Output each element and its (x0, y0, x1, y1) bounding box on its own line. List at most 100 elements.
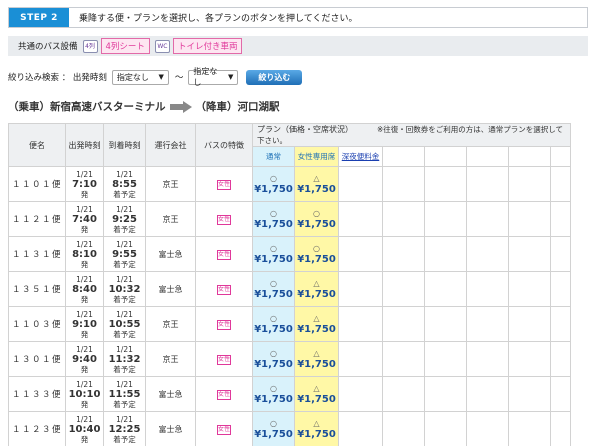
bus-number: １１２１便 (8, 201, 66, 237)
availability-mark: △ (313, 279, 320, 288)
bus-number: １１３３便 (8, 376, 66, 412)
departure-time: 1/21 7:40 発 (65, 201, 104, 237)
chevron-down-icon: ▼ (228, 73, 234, 81)
women-friendly-icon: 女性 (217, 214, 231, 225)
departure-time: 1/21 8:40 発 (65, 271, 104, 307)
arrival-time: 1/21 9:55 着予定 (103, 236, 146, 272)
bus-number: １３０１便 (8, 341, 66, 377)
regular-fare-button[interactable]: ○ ¥1,750 (252, 306, 295, 342)
fare-price: ¥1,750 (254, 359, 293, 370)
regular-fare-button[interactable]: ○ ¥1,750 (252, 201, 295, 237)
departure-to-select[interactable]: 指定なし ▼ (188, 67, 239, 87)
women-only-fare-button[interactable]: △ ¥1,750 (294, 411, 339, 446)
availability-mark: ○ (313, 209, 320, 218)
fare-price: ¥1,750 (254, 184, 293, 195)
arrow-right-icon (169, 100, 192, 113)
route-to: （降車）河口湖駅 (195, 101, 280, 113)
bus-number: １１０３便 (8, 306, 66, 342)
women-friendly-icon: 女性 (217, 179, 231, 190)
route-from: （乗車）新宿高速バスターミナル (8, 101, 166, 113)
route-heading: （乗車）新宿高速バスターミナル （降車）河口湖駅 (8, 99, 280, 114)
women-only-fare-button[interactable]: ○ ¥1,750 (294, 236, 339, 272)
regular-fare-button[interactable]: ○ ¥1,750 (252, 376, 295, 412)
fare-price: ¥1,750 (297, 254, 336, 265)
toilet-icon: WC (154, 39, 170, 53)
women-only-fare-button[interactable]: △ ¥1,750 (294, 376, 339, 412)
women-only-fare-button[interactable]: △ ¥1,750 (294, 341, 339, 377)
bus-number: １１０１便 (8, 166, 66, 202)
operator: 富士急 (145, 271, 196, 307)
regular-fare-button[interactable]: ○ ¥1,750 (252, 236, 295, 272)
fare-price: ¥1,750 (254, 429, 293, 440)
fare-price: ¥1,750 (297, 219, 336, 230)
availability-mark: ○ (270, 209, 277, 218)
availability-mark: ○ (270, 244, 277, 253)
arrival-time: 1/21 9:25 着予定 (103, 201, 146, 237)
fare-price: ¥1,750 (254, 289, 293, 300)
departure-time: 1/21 8:10 発 (65, 236, 104, 272)
availability-mark: ○ (313, 244, 320, 253)
common-facilities-bar: 共通のバス設備 4列 4列シート WC トイレ付き車両 (8, 36, 588, 56)
step-bar: STEP 2 乗降する便・プランを選択し、各プランのボタンを押してください。 (8, 7, 588, 28)
filter-button[interactable]: 絞り込む (246, 69, 303, 85)
col-departure-header: 出発時刻 (65, 123, 104, 167)
filter-bar: 絞り込み検索 ： 出発時刻 指定なし ▼ 〜 指定なし ▼ 絞り込む (8, 67, 303, 87)
plan-regular-header: 通常 (252, 146, 295, 167)
range-tilde: 〜 (174, 73, 184, 83)
women-only-fare-button[interactable]: △ ¥1,750 (294, 166, 339, 202)
col-name-header: 便名 (8, 123, 66, 167)
timetable: 便名 出発時刻 到着時刻 運行会社 バスの特徴 プラン（価格・空席状況） ※往復・… (8, 123, 600, 446)
col-arrival-header: 到着時刻 (103, 123, 146, 167)
availability-mark: ○ (270, 419, 277, 428)
fare-price: ¥1,750 (297, 359, 336, 370)
fare-price: ¥1,750 (297, 429, 336, 440)
regular-fare-button[interactable]: ○ ¥1,750 (252, 271, 295, 307)
availability-mark: △ (313, 314, 320, 323)
four-row-seat-icon: 4列 (82, 39, 98, 53)
departure-time: 1/21 7:10 発 (65, 166, 104, 202)
toilet-badge: トイレ付き車両 (172, 38, 243, 54)
women-friendly-icon: 女性 (217, 249, 231, 260)
chevron-down-icon: ▼ (158, 73, 164, 81)
availability-mark: ○ (270, 349, 277, 358)
departure-from-select[interactable]: 指定なし ▼ (111, 69, 169, 85)
bus-number: １３５１便 (8, 271, 66, 307)
fare-price: ¥1,750 (297, 184, 336, 195)
regular-fare-button[interactable]: ○ ¥1,750 (252, 411, 295, 446)
filter-label: 絞り込み検索 ： 出発時刻 (8, 73, 107, 83)
arrival-time: 1/21 11:32 着予定 (103, 341, 146, 377)
arrival-time: 1/21 10:55 着予定 (103, 306, 146, 342)
availability-mark: △ (313, 174, 320, 183)
women-only-fare-button[interactable]: △ ¥1,750 (294, 306, 339, 342)
operator: 京王 (145, 306, 196, 342)
women-friendly-icon: 女性 (217, 424, 231, 435)
availability-mark: ○ (270, 279, 277, 288)
table-row: １１３３便 1/21 10:10 発 1/21 11:55 着予定 富士急 女性 ○ ¥1,750 △… (8, 376, 571, 412)
departure-time: 1/21 9:40 発 (65, 341, 104, 377)
women-only-fare-button[interactable]: ○ ¥1,750 (294, 201, 339, 237)
departure-time: 1/21 10:10 発 (65, 376, 104, 412)
col-bus-features-header: バスの特徴 (195, 123, 253, 167)
regular-fare-button[interactable]: ○ ¥1,750 (252, 166, 295, 202)
plan-women-only-header: 女性専用席 (294, 146, 339, 167)
operator: 京王 (145, 166, 196, 202)
availability-mark: ○ (270, 384, 277, 393)
fare-price: ¥1,750 (254, 394, 293, 405)
plan-late-night-link[interactable]: 深夜便料金 (338, 146, 383, 167)
women-only-fare-button[interactable]: △ ¥1,750 (294, 271, 339, 307)
regular-fare-button[interactable]: ○ ¥1,750 (252, 341, 295, 377)
bus-number: １１３１便 (8, 236, 66, 272)
table-row: １３５１便 1/21 8:40 発 1/21 10:32 着予定 富士急 女性 ○ ¥1,750 △ ¥… (8, 271, 571, 307)
fare-price: ¥1,750 (254, 219, 293, 230)
facilities-label: 共通のバス設備 (18, 42, 78, 52)
bus-number: １１２３便 (8, 411, 66, 446)
fare-price: ¥1,750 (297, 394, 336, 405)
table-row: １１０３便 1/21 9:10 発 1/21 10:55 着予定 京王 女性 ○ ¥1,750 △ ¥1… (8, 306, 571, 342)
arrival-time: 1/21 10:32 着予定 (103, 271, 146, 307)
four-row-seat-badge: 4列シート (100, 38, 150, 54)
table-row: １１２３便 1/21 10:40 発 1/21 12:25 着予定 富士急 女性 ○ ¥1,750 △… (8, 411, 571, 446)
availability-mark: △ (313, 384, 320, 393)
plan-header: プラン（価格・空席状況） ※往復・回数券をご利用の方は、通常プランを選択して下さい… (252, 123, 571, 147)
operator: 富士急 (145, 411, 196, 446)
women-friendly-icon: 女性 (217, 319, 231, 330)
